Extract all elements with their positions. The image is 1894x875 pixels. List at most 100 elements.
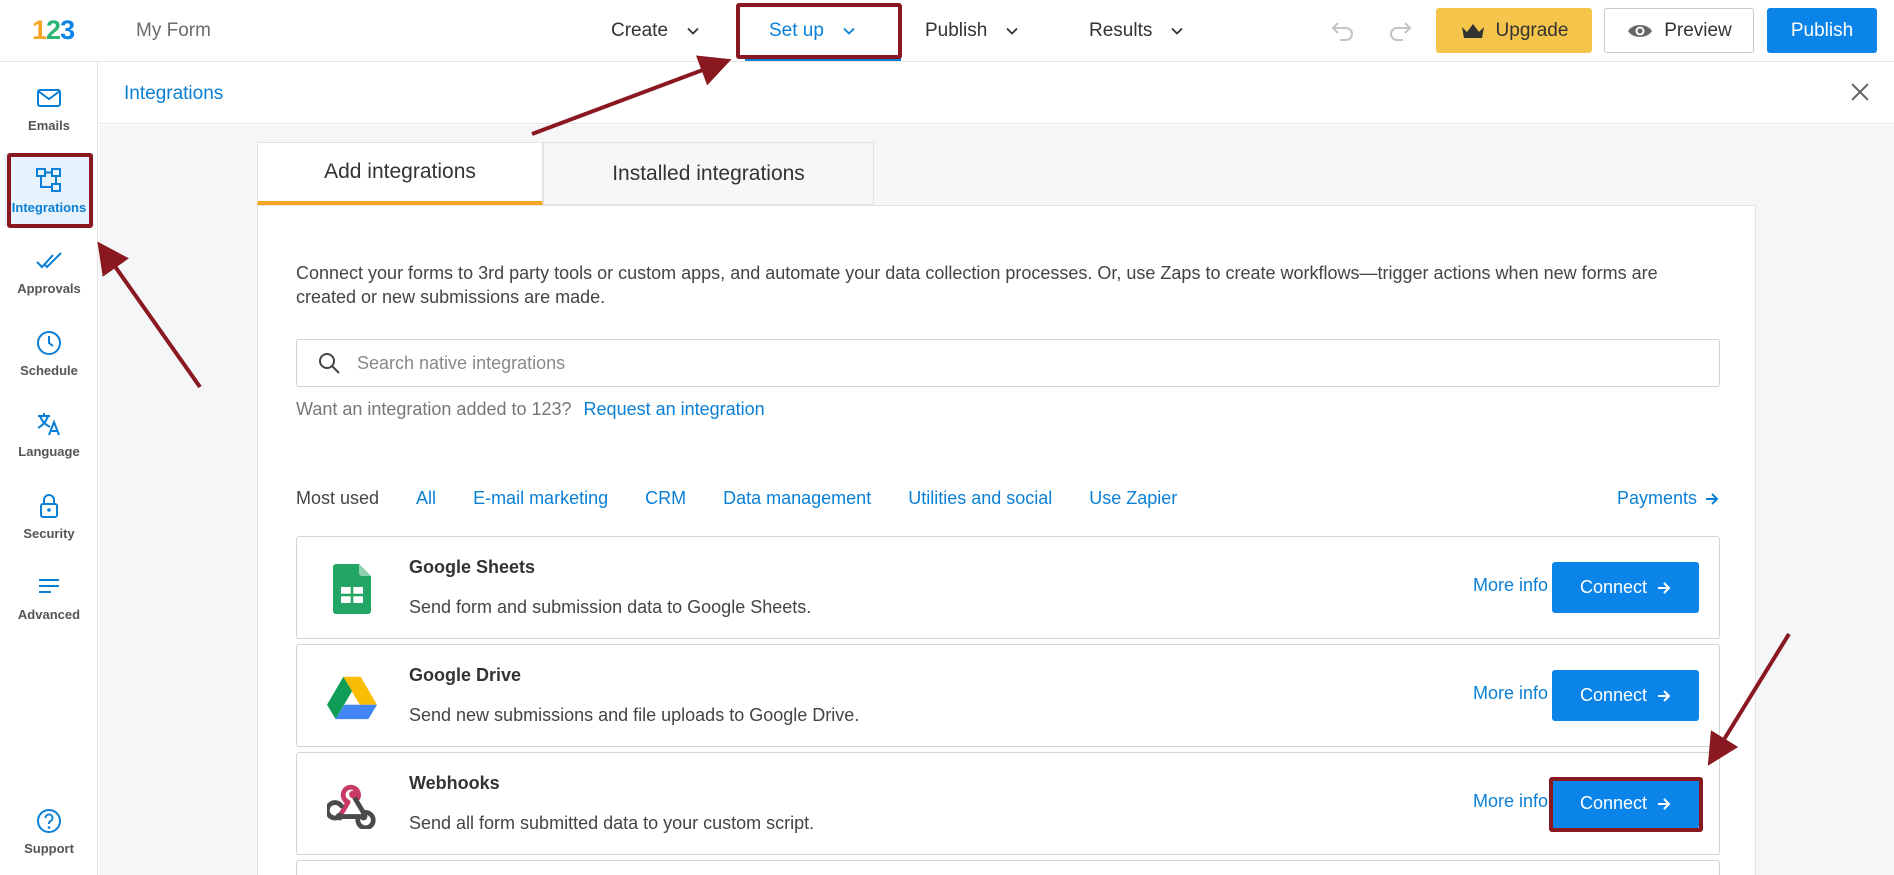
filter-data-management[interactable]: Data management bbox=[723, 488, 871, 509]
connect-button[interactable]: Connect bbox=[1552, 670, 1699, 721]
filter-crm[interactable]: CRM bbox=[645, 488, 686, 509]
request-integration-link[interactable]: Request an integration bbox=[584, 399, 765, 420]
undo-icon[interactable] bbox=[1328, 19, 1358, 43]
connect-label: Connect bbox=[1579, 793, 1648, 813]
filter-most-used[interactable]: Most used bbox=[296, 488, 379, 509]
filter-utilities-social[interactable]: Utilities and social bbox=[908, 488, 1052, 509]
integration-card-google-sheets: Google Sheets Send form and submission d… bbox=[296, 536, 1720, 639]
breadcrumb-bar: Integrations bbox=[99, 62, 1894, 124]
form-name[interactable]: My Form bbox=[136, 20, 211, 42]
request-text: Want an integration added to 123? bbox=[296, 399, 572, 419]
nav-publish-label: Publish bbox=[925, 20, 988, 41]
arrow-right-icon bbox=[1658, 689, 1671, 702]
lines-icon bbox=[39, 578, 59, 593]
app-logo[interactable]: 123 bbox=[32, 14, 75, 46]
sidebar-item-label: Support bbox=[24, 840, 74, 856]
sidebar-item-schedule[interactable]: Schedule bbox=[4, 317, 94, 389]
search-box[interactable] bbox=[296, 339, 1720, 387]
connect-label: Connect bbox=[1579, 685, 1648, 705]
arrow-right-icon bbox=[1658, 581, 1671, 594]
integration-description: Send new submissions and file uploads to… bbox=[409, 705, 860, 725]
sidebar-item-label: Language bbox=[18, 443, 80, 459]
sidebar-item-approvals[interactable]: Approvals bbox=[4, 235, 94, 307]
chevron-down-icon bbox=[843, 27, 855, 35]
sidebar-item-label: Approvals bbox=[17, 280, 81, 296]
integration-name: Google Sheets bbox=[409, 557, 536, 577]
sidebar-item-integrations[interactable]: Integrations bbox=[4, 154, 94, 226]
sidebar-item-advanced[interactable]: Advanced bbox=[4, 561, 94, 633]
sidebar: Emails Integrations Approvals Schedule L… bbox=[0, 62, 98, 875]
more-info-link[interactable]: More info bbox=[1473, 791, 1548, 812]
sidebar-item-label: Integrations bbox=[11, 199, 87, 215]
tab-installed-integrations[interactable]: Installed integrations bbox=[543, 142, 874, 205]
sidebar-item-label: Security bbox=[23, 525, 75, 541]
mail-icon bbox=[37, 88, 61, 107]
payments-link[interactable]: Payments bbox=[1617, 488, 1719, 509]
search-input[interactable] bbox=[357, 352, 1657, 374]
sidebar-item-emails[interactable]: Emails bbox=[4, 72, 94, 144]
preview-button[interactable]: Preview bbox=[1604, 8, 1754, 53]
nav-create[interactable]: Create bbox=[611, 16, 700, 46]
intro-text: Connect your forms to 3rd party tools or… bbox=[296, 263, 1658, 307]
integration-description: Send form and submission data to Google … bbox=[409, 597, 812, 617]
sidebar-item-label: Schedule bbox=[20, 362, 78, 378]
filter-all[interactable]: All bbox=[416, 488, 436, 509]
connect-label: Connect bbox=[1579, 577, 1648, 597]
nav-results[interactable]: Results bbox=[1089, 16, 1184, 46]
nav-publish[interactable]: Publish bbox=[925, 16, 1019, 46]
sidebar-item-security[interactable]: Security bbox=[4, 480, 94, 552]
nav-results-label: Results bbox=[1089, 20, 1153, 41]
search-icon bbox=[319, 353, 340, 374]
sidebar-item-language[interactable]: Language bbox=[4, 398, 94, 470]
filter-use-zapier[interactable]: Use Zapier bbox=[1089, 488, 1177, 509]
sidebar-item-label: Advanced bbox=[17, 606, 81, 622]
more-info-link[interactable]: More info bbox=[1473, 683, 1548, 704]
top-bar: 123 My Form Create Set up Publish Result… bbox=[0, 0, 1894, 62]
upgrade-label: Upgrade bbox=[1495, 19, 1569, 41]
tab-add-integrations[interactable]: Add integrations bbox=[257, 142, 543, 205]
breadcrumb[interactable]: Integrations bbox=[124, 83, 223, 105]
nav-create-label: Create bbox=[611, 20, 669, 41]
request-row: Want an integration added to 123? Reques… bbox=[296, 399, 765, 420]
connect-button[interactable]: Connect bbox=[1552, 562, 1699, 613]
sidebar-item-support[interactable]: Support bbox=[4, 795, 94, 867]
crown-icon bbox=[1461, 23, 1484, 38]
integration-name: Google Drive bbox=[409, 665, 522, 685]
integration-name: Webhooks bbox=[409, 773, 500, 793]
webhooks-icon bbox=[327, 779, 377, 831]
google-sheets-icon bbox=[327, 563, 377, 615]
payments-label: Payments bbox=[1616, 488, 1697, 508]
filter-email-marketing[interactable]: E-mail marketing bbox=[473, 488, 608, 509]
integration-card-webhooks: Webhooks Send all form submitted data to… bbox=[296, 752, 1720, 855]
google-drive-icon bbox=[327, 671, 377, 723]
integration-description: Send all form submitted data to your cus… bbox=[409, 813, 815, 833]
chevron-down-icon bbox=[687, 27, 699, 35]
publish-button[interactable]: Publish bbox=[1767, 8, 1877, 53]
integrations-icon bbox=[36, 167, 61, 192]
nav-setup[interactable]: Set up bbox=[769, 16, 856, 46]
filter-bar: Most used All E-mail marketing CRM Data … bbox=[296, 488, 1177, 509]
redo-icon[interactable] bbox=[1385, 19, 1415, 43]
help-icon bbox=[37, 808, 61, 833]
nav-active-underline bbox=[745, 57, 901, 61]
lock-icon bbox=[40, 493, 58, 518]
preview-label: Preview bbox=[1664, 19, 1732, 41]
integration-card-google-drive: Google Drive Send new submissions and fi… bbox=[296, 644, 1720, 747]
arrow-right-icon bbox=[1706, 492, 1719, 505]
approvals-icon bbox=[36, 251, 62, 268]
integration-tabs: Add integrations Installed integrations bbox=[257, 142, 874, 205]
sidebar-item-label: Emails bbox=[28, 117, 70, 133]
arrow-right-icon bbox=[1658, 797, 1671, 810]
upgrade-button[interactable]: Upgrade bbox=[1436, 8, 1592, 53]
connect-button[interactable]: Connect bbox=[1552, 778, 1699, 829]
nav-setup-label: Set up bbox=[769, 20, 824, 41]
eye-icon bbox=[1628, 24, 1653, 37]
more-info-link[interactable]: More info bbox=[1473, 575, 1548, 596]
integration-card-partial bbox=[296, 860, 1720, 875]
clock-icon bbox=[37, 330, 61, 355]
chevron-down-icon bbox=[1006, 27, 1018, 35]
integrations-panel: Connect your forms to 3rd party tools or… bbox=[257, 205, 1756, 875]
chevron-down-icon bbox=[1171, 27, 1183, 35]
close-icon[interactable] bbox=[1848, 80, 1872, 104]
translate-icon bbox=[37, 412, 60, 435]
